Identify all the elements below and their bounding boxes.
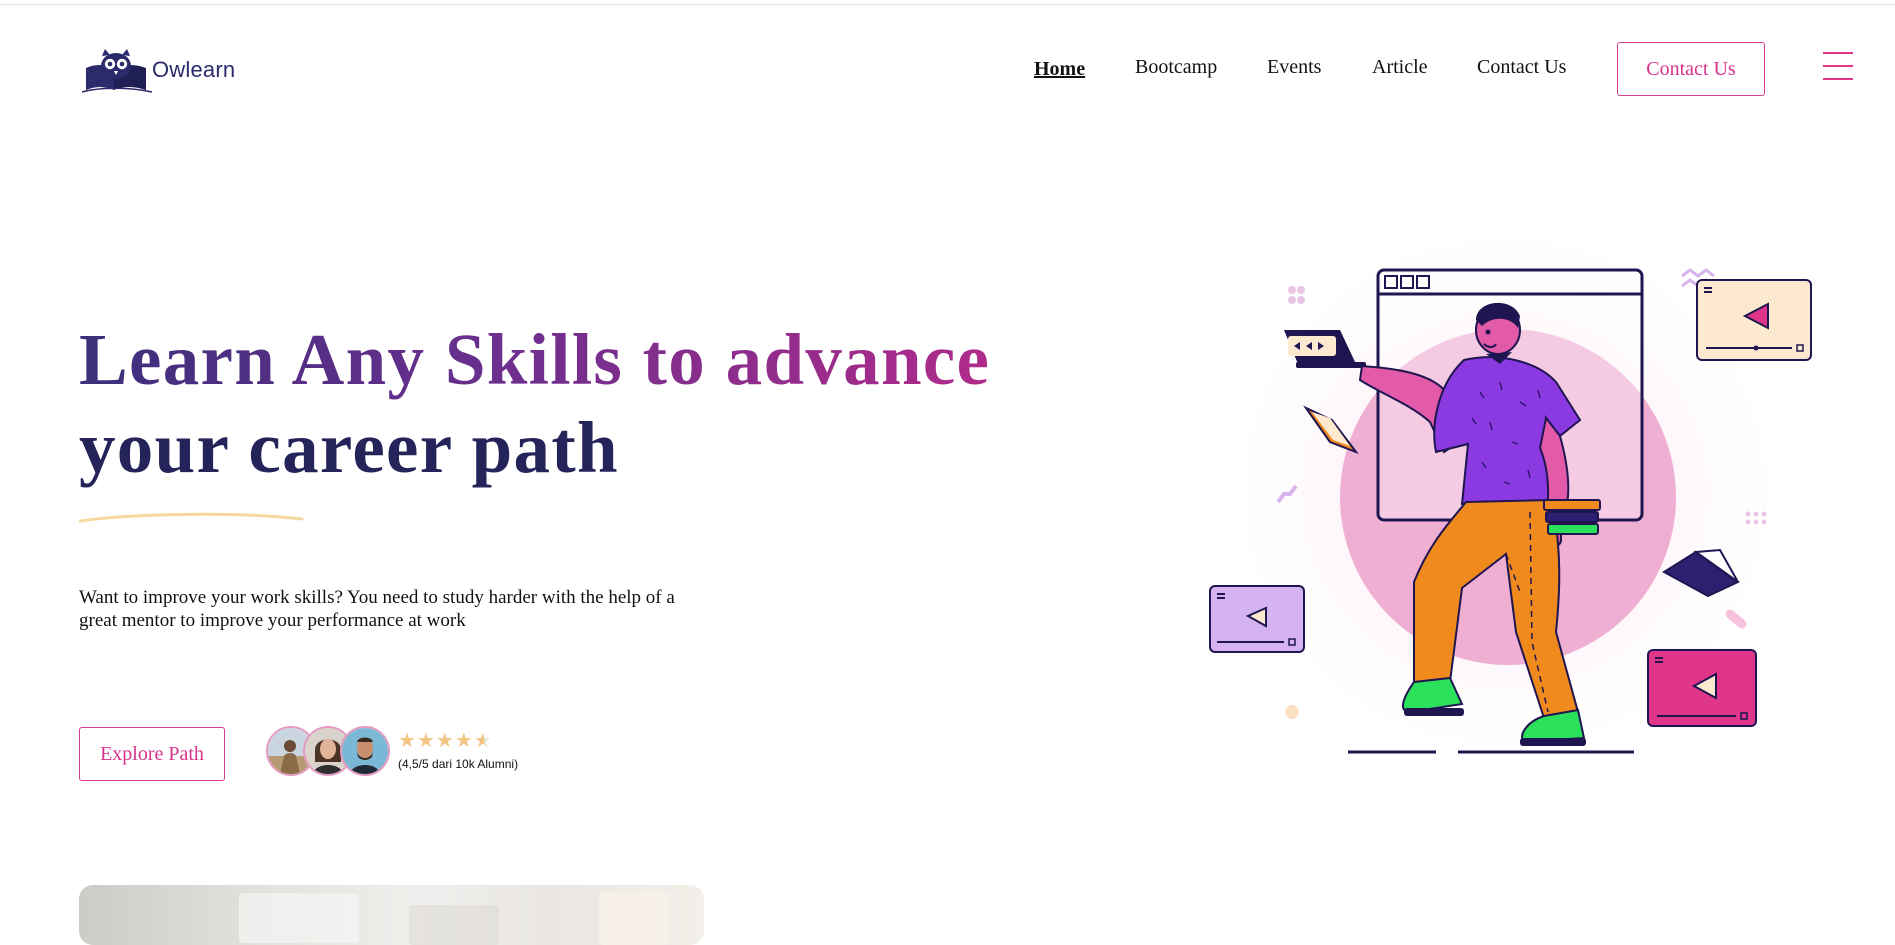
- title-underline-decoration: [79, 512, 304, 523]
- nav-bootcamp[interactable]: Bootcamp: [1135, 56, 1217, 79]
- video-card-bottom-right: [1647, 649, 1757, 727]
- nav-events[interactable]: Events: [1267, 56, 1321, 79]
- star-icon: ★: [454, 728, 473, 752]
- star-icon: ★: [435, 728, 454, 752]
- hero-title-line-2: your career path: [79, 407, 619, 488]
- explore-path-button[interactable]: Explore Path: [79, 727, 225, 781]
- contact-us-button[interactable]: Contact Us: [1617, 42, 1765, 96]
- hamburger-menu-icon[interactable]: [1823, 52, 1853, 82]
- hero-illustration: [1209, 212, 1812, 772]
- hero-title-line-1: Learn Any Skills to advance: [79, 316, 990, 404]
- hero-description: Want to improve your work skills? You ne…: [79, 587, 675, 631]
- nav-home[interactable]: Home: [1034, 58, 1085, 81]
- hero-title: Learn Any Skills to advance your career …: [79, 316, 990, 492]
- rating-text: (4,5/5 dari 10k Alumni): [398, 757, 519, 771]
- nav-article[interactable]: Article: [1372, 56, 1428, 79]
- video-card-top-right: [1696, 279, 1812, 361]
- rating-stars: ★ ★ ★ ★ ★: [398, 730, 492, 750]
- star-icon: ★: [416, 728, 435, 752]
- main-nav: Home Bootcamp Events Article Contact Us: [0, 56, 1895, 80]
- avatar: [340, 726, 390, 776]
- top-border: [0, 4, 1895, 5]
- video-card-left: [1209, 585, 1305, 653]
- alumni-avatars: [266, 726, 390, 778]
- star-icon: ★: [398, 728, 416, 752]
- half-star-icon: ★: [473, 728, 492, 752]
- nav-contact-us[interactable]: Contact Us: [1477, 56, 1566, 79]
- featured-image-card: [79, 885, 704, 945]
